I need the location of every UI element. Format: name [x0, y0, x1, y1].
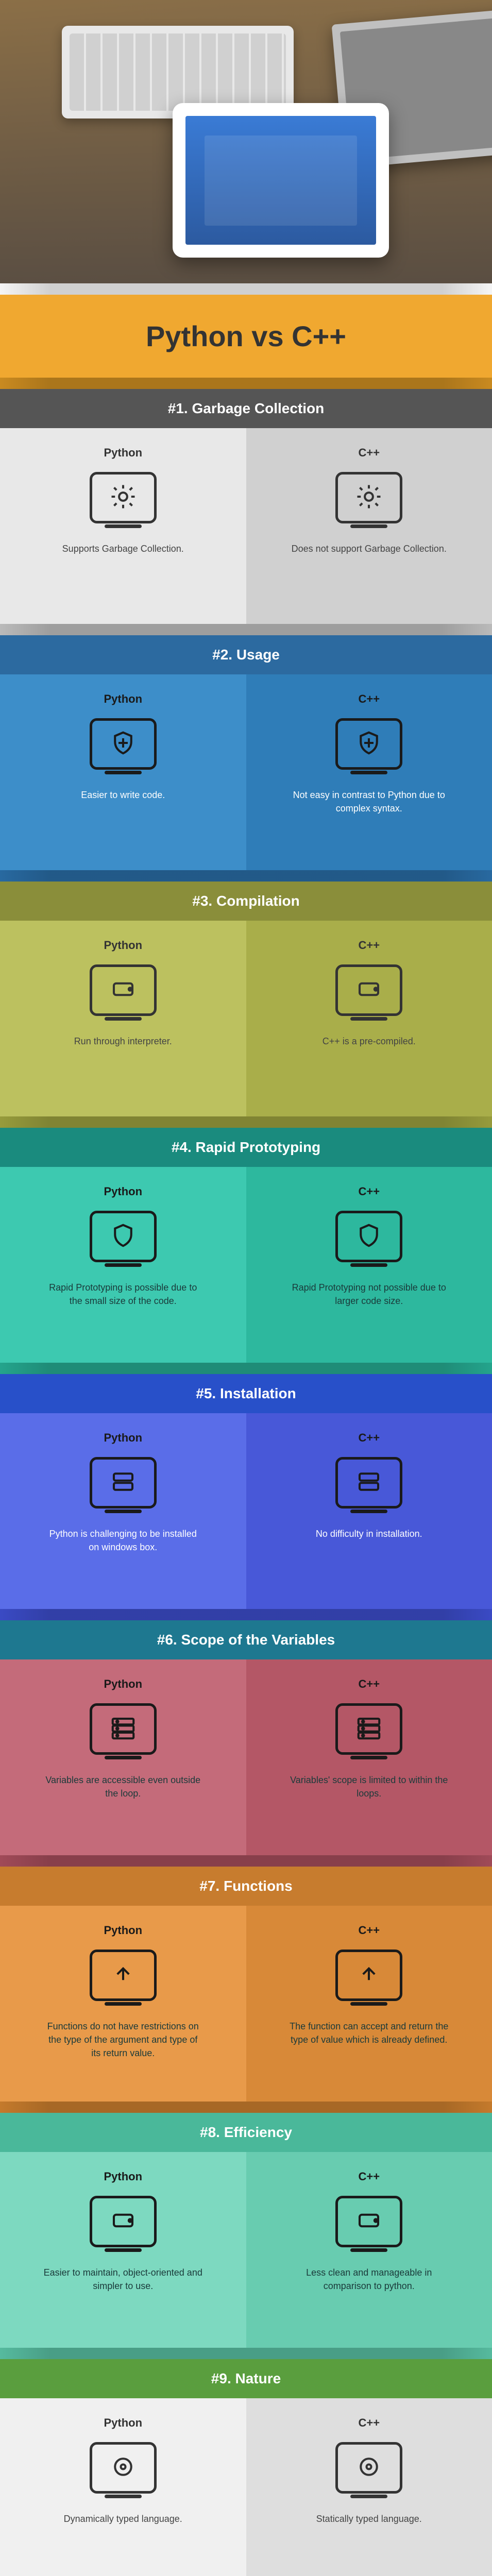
lang-a-label: Python	[104, 1185, 142, 1198]
section-heading-5: #5. Installation	[0, 1374, 492, 1413]
comparison-row-8: Python Easier to maintain, object-orient…	[0, 2152, 492, 2348]
fold-divider	[0, 1363, 492, 1374]
desc-b-2: Not easy in contrast to Python due to co…	[289, 788, 449, 815]
drive-icon	[90, 964, 157, 1016]
lang-b-label: C++	[358, 1924, 380, 1937]
section-heading-6: #6. Scope of the Variables	[0, 1620, 492, 1659]
shield-drive-icon	[90, 1211, 157, 1262]
disk-drive-icon	[90, 2442, 157, 2494]
section-heading-3: #3. Compilation	[0, 882, 492, 921]
tablet-graphic	[173, 103, 389, 258]
desc-a-9: Dynamically typed language.	[64, 2512, 182, 2526]
fold-divider	[0, 283, 492, 295]
desc-b-6: Variables' scope is limited to within th…	[289, 1773, 449, 1800]
desc-a-8: Easier to maintain, object-oriented and …	[43, 2266, 203, 2293]
desc-b-5: No difficulty in installation.	[316, 1527, 422, 1540]
lang-a-label: Python	[104, 1924, 142, 1937]
lang-b-label: C++	[358, 939, 380, 952]
desc-a-2: Easier to write code.	[81, 788, 165, 802]
desc-b-7: The function can accept and return the t…	[289, 2020, 449, 2046]
hero-image	[0, 0, 492, 283]
section-heading-7: #7. Functions	[0, 1867, 492, 1906]
section-heading-9: #9. Nature	[0, 2359, 492, 2398]
fold-divider	[0, 870, 492, 882]
shield-drive-icon	[335, 1211, 402, 1262]
gear-drive-icon	[335, 472, 402, 523]
server-icon	[90, 1703, 157, 1755]
lang-a-label: Python	[104, 692, 142, 706]
section-heading-1: #1. Garbage Collection	[0, 389, 492, 428]
fold-divider	[0, 1116, 492, 1128]
comparison-row-3: Python Run through interpreter. C++ C++ …	[0, 921, 492, 1116]
lang-b-label: C++	[358, 1431, 380, 1445]
lang-b-label: C++	[358, 1677, 380, 1691]
desc-b-9: Statically typed language.	[316, 2512, 422, 2526]
comparison-row-5: Python Python is challenging to be insta…	[0, 1413, 492, 1609]
desc-a-5: Python is challenging to be installed on…	[43, 1527, 203, 1554]
lang-a-label: Python	[104, 2170, 142, 2183]
comparison-row-6: Python Variables are accessible even out…	[0, 1659, 492, 1855]
fold-divider	[0, 1609, 492, 1620]
section-heading-8: #8. Efficiency	[0, 2113, 492, 2152]
fold-divider	[0, 624, 492, 635]
comparison-row-2: Python Easier to write code. C++ Not eas…	[0, 674, 492, 870]
desc-b-4: Rapid Prototyping not possible due to la…	[289, 1281, 449, 1308]
desc-b-1: Does not support Garbage Collection.	[292, 542, 447, 555]
lang-a-label: Python	[104, 939, 142, 952]
lang-a-label: Python	[104, 1677, 142, 1691]
server-icon	[335, 1703, 402, 1755]
lang-b-label: C++	[358, 446, 380, 460]
lang-a-label: Python	[104, 1431, 142, 1445]
comparison-row-7: Python Functions do not have restriction…	[0, 1906, 492, 2102]
stacked-drive-icon	[90, 1457, 157, 1509]
desc-a-1: Supports Garbage Collection.	[62, 542, 184, 555]
lang-b-label: C++	[358, 2170, 380, 2183]
shield-drive-icon	[90, 718, 157, 770]
desc-a-4: Rapid Prototyping is possible due to the…	[43, 1281, 203, 1308]
drive-icon	[90, 2196, 157, 2247]
desc-b-3: C++ is a pre-compiled.	[323, 1035, 416, 1048]
comparison-row-9: Python Dynamically typed language. C++ S…	[0, 2398, 492, 2576]
drive-icon	[335, 964, 402, 1016]
comparison-row-4: Python Rapid Prototyping is possible due…	[0, 1167, 492, 1363]
lang-a-label: Python	[104, 2416, 142, 2430]
desc-a-3: Run through interpreter.	[74, 1035, 172, 1048]
section-heading-4: #4. Rapid Prototyping	[0, 1128, 492, 1167]
fold-divider	[0, 378, 492, 389]
desc-a-6: Variables are accessible even outside th…	[43, 1773, 203, 1800]
fold-divider	[0, 2102, 492, 2113]
comparison-row-1: Python Supports Garbage Collection. C++ …	[0, 428, 492, 624]
gear-drive-icon	[90, 472, 157, 523]
disk-drive-icon	[335, 2442, 402, 2494]
lang-b-label: C++	[358, 1185, 380, 1198]
page-title: Python vs C++	[10, 319, 482, 353]
desc-a-7: Functions do not have restrictions on th…	[43, 2020, 203, 2060]
stacked-drive-icon	[335, 1457, 402, 1509]
lang-a-label: Python	[104, 446, 142, 460]
drive-icon	[335, 2196, 402, 2247]
fold-divider	[0, 2348, 492, 2359]
upload-drive-icon	[90, 1950, 157, 2001]
shield-drive-icon	[335, 718, 402, 770]
upload-drive-icon	[335, 1950, 402, 2001]
desc-b-8: Less clean and manageable in comparison …	[289, 2266, 449, 2293]
lang-b-label: C++	[358, 2416, 380, 2430]
fold-divider	[0, 1855, 492, 1867]
lang-b-label: C++	[358, 692, 380, 706]
section-heading-2: #2. Usage	[0, 635, 492, 674]
title-band: Python vs C++	[0, 295, 492, 378]
